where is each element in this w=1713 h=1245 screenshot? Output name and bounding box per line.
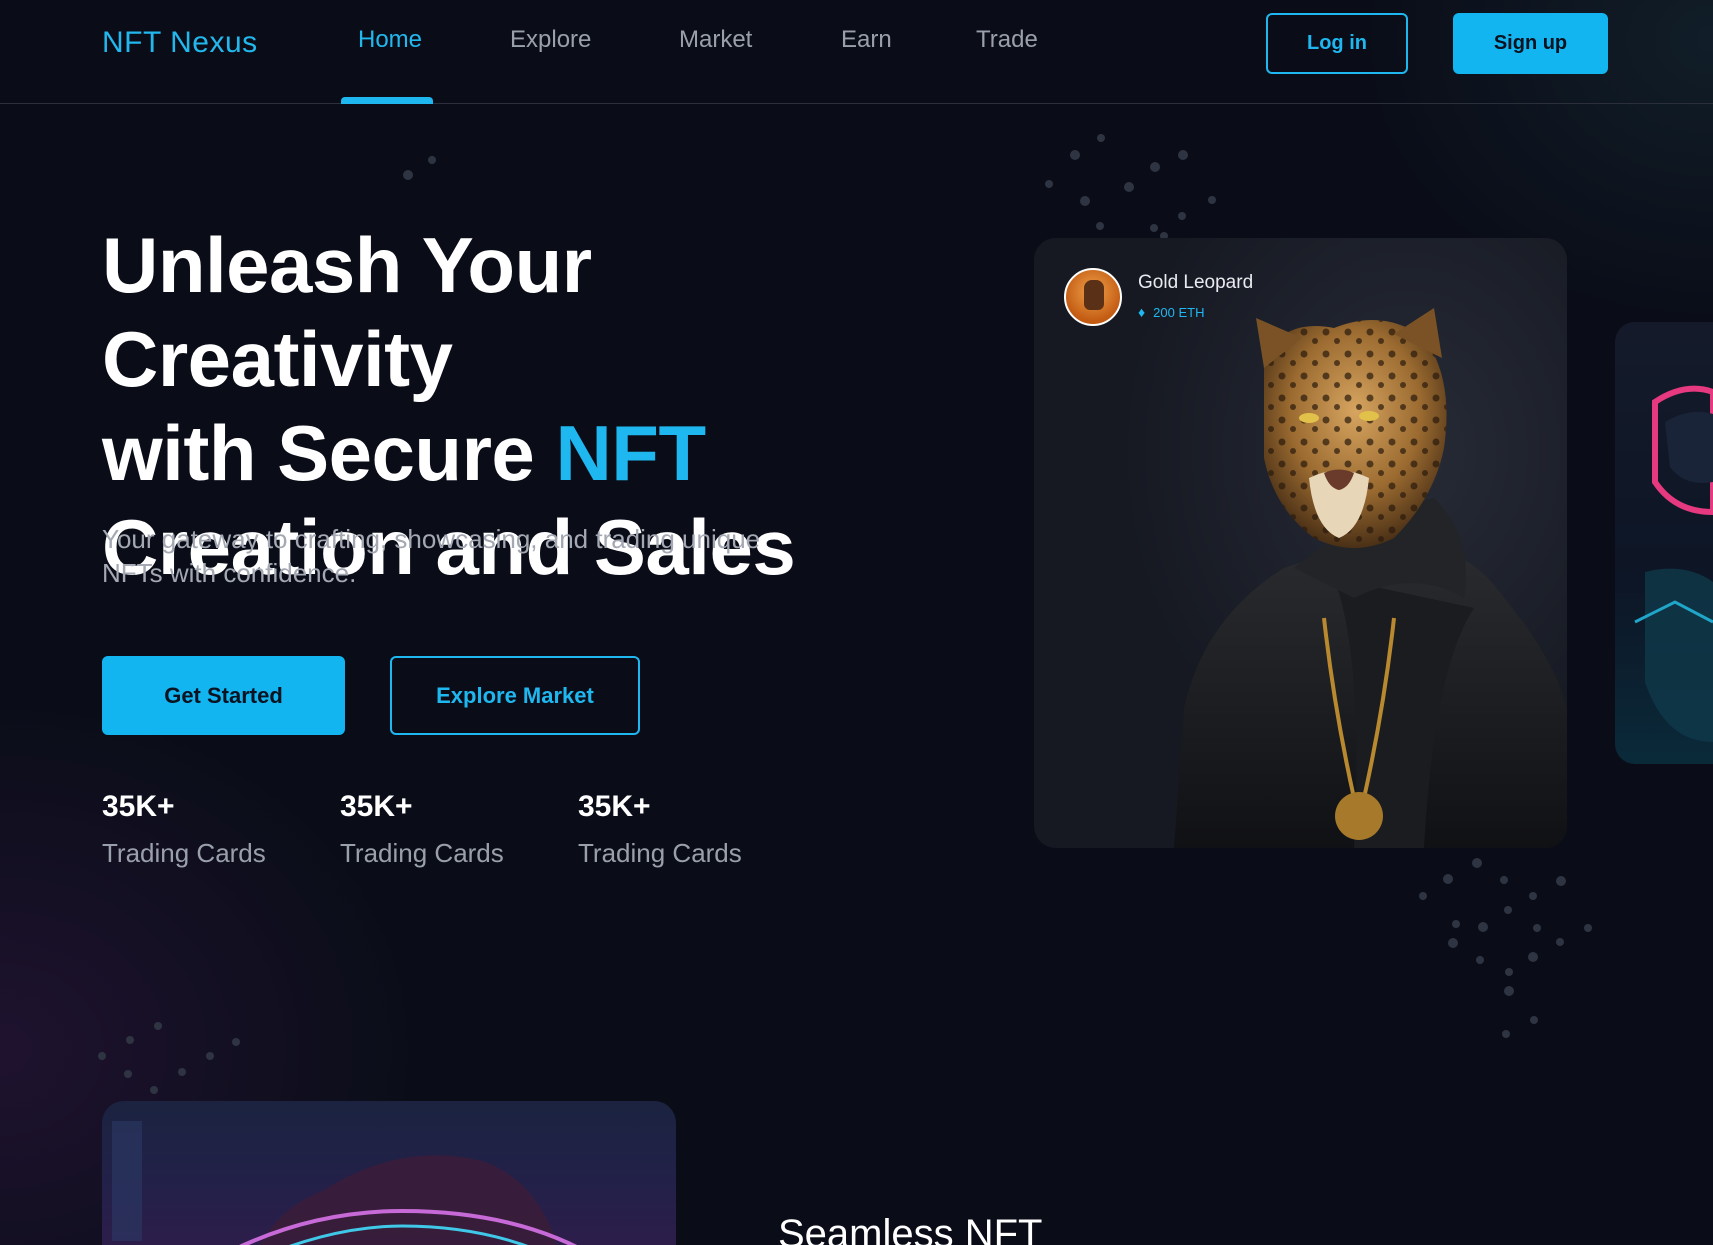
leopard-artwork-image xyxy=(1174,308,1567,848)
stat-label: Trading Cards xyxy=(102,838,266,868)
stat-value: 35K+ xyxy=(578,790,651,823)
nav-item-explore[interactable]: Explore xyxy=(510,26,591,54)
get-started-button[interactable]: Get Started xyxy=(102,656,345,735)
site-logo[interactable]: NFT Nexus xyxy=(102,26,258,60)
login-button[interactable]: Log in xyxy=(1266,13,1408,74)
nft-price: ♦ 200 ETH xyxy=(1138,304,1204,320)
hero-subtitle: Your gateway to crafting, showcasing, an… xyxy=(102,524,761,588)
featured-nft-card[interactable]: Gold Leopard ♦ 200 ETH xyxy=(1034,238,1567,848)
hero-title-accent: NFT xyxy=(555,409,706,497)
top-navigation-bar: NFT Nexus Home Explore Market Earn Trade… xyxy=(0,0,1713,104)
nft-name: Gold Leopard xyxy=(1138,272,1254,293)
nft-price-value: 200 ETH xyxy=(1153,305,1205,320)
stat-value: 35K+ xyxy=(340,790,413,823)
stat-item: 35K+ Trading Cards xyxy=(340,790,504,869)
nav-item-earn[interactable]: Earn xyxy=(841,26,892,54)
ethereum-icon: ♦ xyxy=(1138,304,1146,320)
active-nav-indicator xyxy=(341,97,433,104)
stat-label: Trading Cards xyxy=(340,838,504,868)
stat-item: 35K+ Trading Cards xyxy=(102,790,266,869)
stat-label: Trading Cards xyxy=(578,838,742,868)
hero-title-line-1: Unleash Your Creativity xyxy=(102,221,592,403)
hero-title-line-2: with Secure xyxy=(102,409,556,497)
next-nft-card-preview[interactable] xyxy=(1615,322,1713,764)
neon-car-artwork-image xyxy=(112,1121,578,1245)
explore-market-button[interactable]: Explore Market xyxy=(390,656,640,735)
signup-button[interactable]: Sign up xyxy=(1453,13,1608,74)
nav-item-market[interactable]: Market xyxy=(679,26,752,54)
section-heading: Seamless NFT xyxy=(778,1212,1043,1245)
stat-value: 35K+ xyxy=(102,790,175,823)
neon-artwork-image xyxy=(1634,385,1713,742)
creator-avatar[interactable] xyxy=(1064,268,1122,326)
stat-item: 35K+ Trading Cards xyxy=(578,790,742,869)
section-artwork-card[interactable] xyxy=(102,1101,676,1245)
nav-item-trade[interactable]: Trade xyxy=(976,26,1038,54)
nav-item-home[interactable]: Home xyxy=(358,26,422,54)
